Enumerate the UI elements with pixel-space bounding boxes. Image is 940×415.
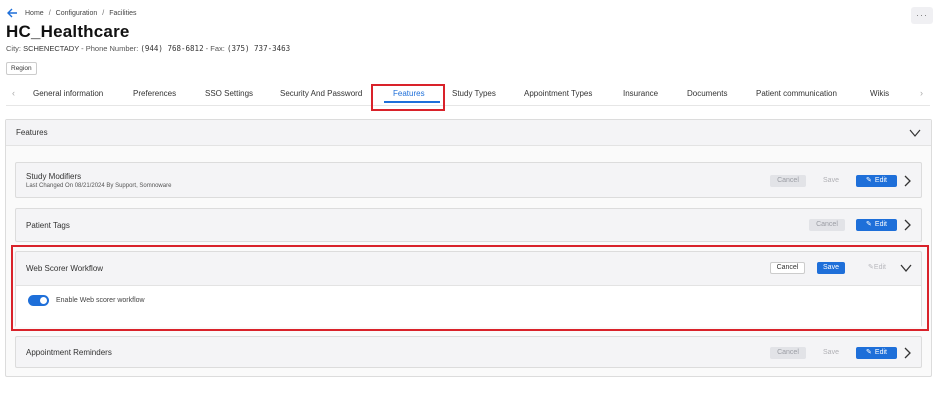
breadcrumb-facilities: Facilities: [109, 9, 137, 17]
features-title: Features: [16, 128, 48, 137]
cancel-button[interactable]: Cancel: [770, 347, 806, 359]
phone-value: (944) 768-6812: [140, 44, 204, 53]
cancel-button[interactable]: Cancel: [809, 219, 845, 231]
phone-label: - Phone Number:: [79, 44, 139, 53]
more-options-button[interactable]: ···: [911, 7, 933, 24]
edit-button[interactable]: ✎Edit: [856, 219, 897, 231]
pencil-icon: ✎: [866, 177, 872, 184]
more-options-label: ···: [916, 10, 928, 20]
chevron-right-icon[interactable]: [903, 175, 911, 187]
card-title: Study Modifiers: [26, 172, 82, 181]
chevron-left-icon[interactable]: ‹: [12, 88, 15, 98]
tab-general-information[interactable]: General information: [33, 89, 103, 98]
fax-label: - Fax:: [203, 44, 225, 53]
breadcrumb-home[interactable]: Home: [25, 10, 44, 17]
chevron-right-icon[interactable]: [903, 347, 911, 359]
feature-card-appointment-reminders: Appointment Reminders Cancel Save ✎ Edit: [15, 336, 922, 368]
breadcrumb-separator: /: [102, 9, 105, 17]
tab-preferences[interactable]: Preferences: [133, 89, 176, 98]
features-header[interactable]: Features: [6, 120, 931, 146]
card-title: Patient Tags: [26, 221, 70, 230]
breadcrumb-configuration[interactable]: Configuration: [56, 10, 98, 17]
chevron-right-icon[interactable]: ›: [920, 88, 923, 98]
tab-security-and-password[interactable]: Security And Password: [280, 89, 362, 98]
chevron-down-icon[interactable]: [909, 128, 921, 138]
web-scorer-highlight: [11, 245, 929, 331]
edit-label: Edit: [874, 221, 887, 228]
page-title: HC_Healthcare: [6, 22, 130, 41]
tab-documents[interactable]: Documents: [687, 89, 727, 98]
city-value: SCHENECTADY: [23, 44, 80, 53]
tab-wikis[interactable]: Wikis: [870, 89, 889, 98]
edit-label: Edit: [874, 349, 887, 356]
tab-insurance[interactable]: Insurance: [623, 89, 658, 98]
feature-card-patient-tags: Patient Tags Cancel ✎ Edit: [15, 208, 922, 242]
fax-value: (375) 737-3463: [226, 44, 291, 53]
card-subtitle: Last Changed On 08/21/2024 By Support, S…: [26, 183, 172, 189]
arrow-left-icon[interactable]: [6, 7, 18, 19]
tab-appointment-types[interactable]: Appointment Types: [524, 89, 592, 98]
edit-button[interactable]: ✎Edit: [856, 347, 897, 359]
edit-button[interactable]: ✎Edit: [856, 175, 897, 187]
tab-sso-settings[interactable]: SSO Settings: [205, 89, 253, 98]
pencil-icon: ✎: [866, 349, 872, 356]
tab-bar: ‹ General information Preferences SSO Se…: [6, 84, 930, 106]
city-label: City:: [6, 44, 21, 53]
save-button[interactable]: Save: [816, 175, 846, 187]
card-title: Appointment Reminders: [26, 348, 112, 357]
features-tab-highlight: [371, 84, 445, 111]
facility-info: City: SCHENECTADY - Phone Number: (944) …: [6, 44, 290, 53]
pencil-icon: ✎: [866, 221, 872, 228]
save-button[interactable]: Save: [816, 347, 846, 359]
tab-patient-communication[interactable]: Patient communication: [756, 89, 837, 98]
chevron-right-icon[interactable]: [903, 219, 911, 231]
breadcrumb-separator: /: [48, 9, 51, 17]
feature-card-study-modifiers: Study Modifiers Last Changed On 08/21/20…: [15, 162, 922, 198]
breadcrumb: Home / Configuration / Facilities: [6, 7, 136, 19]
tab-study-types[interactable]: Study Types: [452, 89, 496, 98]
cancel-button[interactable]: Cancel: [770, 175, 806, 187]
region-badge[interactable]: Region: [6, 62, 37, 75]
edit-label: Edit: [874, 177, 887, 184]
